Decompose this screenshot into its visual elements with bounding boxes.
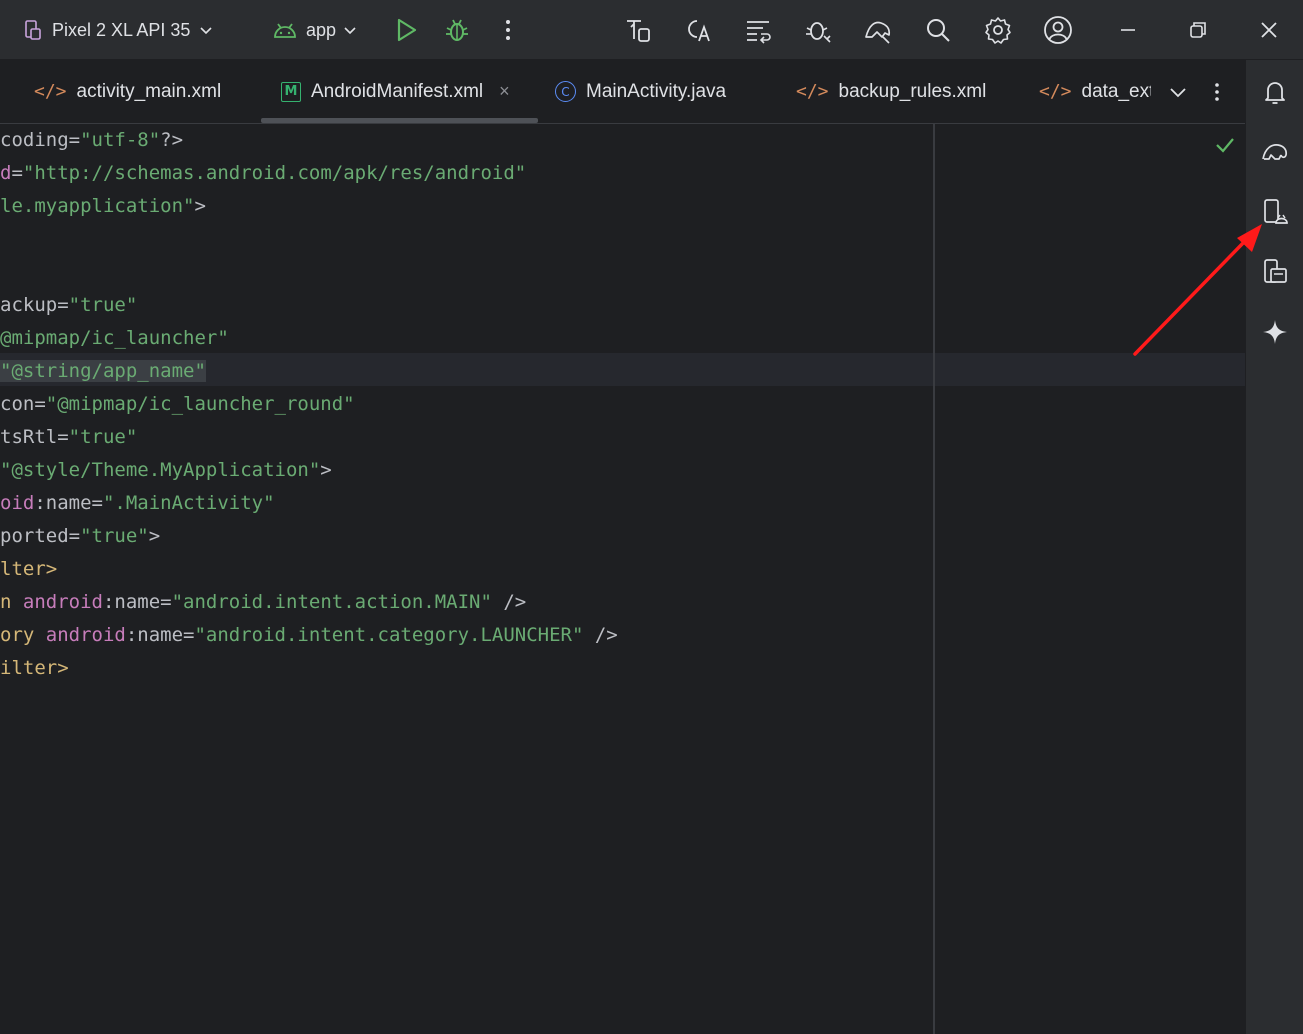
minimize-window-button[interactable] bbox=[1113, 15, 1143, 45]
code-line: ported="true"> bbox=[0, 525, 161, 547]
profiler-button[interactable] bbox=[863, 15, 893, 45]
account-button[interactable] bbox=[1043, 15, 1073, 45]
code-line: ackup="true" bbox=[0, 294, 138, 316]
code-line: d="http://schemas.android.com/apk/res/an… bbox=[0, 162, 527, 184]
search-button[interactable] bbox=[923, 15, 953, 45]
tab-main-activity-java[interactable]: C MainActivity.java bbox=[555, 60, 726, 123]
tab-list-dropdown[interactable] bbox=[1163, 77, 1193, 107]
class-icon: C bbox=[555, 81, 576, 102]
notifications-icon bbox=[1265, 82, 1285, 104]
code-line: le.myapplication"> bbox=[0, 195, 206, 217]
bug-scan-icon bbox=[806, 22, 831, 43]
device-manager-button[interactable] bbox=[1260, 197, 1290, 227]
code-editor[interactable]: coding="utf-8"?> d="http://schemas.andro… bbox=[0, 124, 1245, 1034]
more-icon bbox=[1215, 83, 1219, 101]
tab-label: data_ext bbox=[1081, 80, 1151, 102]
right-margin-guide bbox=[933, 124, 935, 1034]
code-line: lter> bbox=[0, 558, 58, 580]
editor-tab-bar: </> activity_main.xml M AndroidManifest.… bbox=[0, 60, 1245, 124]
notifications-button[interactable] bbox=[1260, 77, 1290, 107]
main-toolbar: Pixel 2 XL API 35 app bbox=[0, 0, 1303, 60]
tab-more-button[interactable] bbox=[1202, 77, 1232, 107]
right-tool-window-bar bbox=[1245, 60, 1303, 1034]
close-icon bbox=[1261, 22, 1277, 38]
code-line: ilter> bbox=[0, 657, 69, 679]
device-manager-icon bbox=[1264, 199, 1288, 224]
device-label: Pixel 2 XL API 35 bbox=[52, 19, 191, 40]
close-window-button[interactable] bbox=[1254, 15, 1284, 45]
run-config-label: app bbox=[306, 19, 337, 40]
tab-label: MainActivity.java bbox=[586, 80, 727, 102]
run-icon bbox=[397, 18, 417, 42]
tab-label: AndroidManifest.xml bbox=[311, 80, 484, 102]
settings-button[interactable] bbox=[983, 15, 1013, 45]
gemini-icon bbox=[1263, 320, 1287, 344]
code-line: "@style/Theme.MyApplication"> bbox=[0, 459, 332, 481]
profiler-icon bbox=[865, 21, 891, 44]
gradle-icon bbox=[1262, 144, 1288, 160]
restore-icon bbox=[1190, 22, 1206, 38]
attach-debugger-button[interactable] bbox=[803, 15, 833, 45]
run-button[interactable] bbox=[391, 15, 421, 45]
account-icon bbox=[1044, 16, 1072, 44]
xml-icon: </> bbox=[796, 81, 829, 102]
format-button[interactable] bbox=[743, 15, 773, 45]
search-icon bbox=[927, 19, 950, 42]
debug-button[interactable] bbox=[442, 15, 472, 45]
translate-button[interactable] bbox=[683, 15, 713, 45]
restore-window-button[interactable] bbox=[1183, 15, 1213, 45]
code-line: n android:name="android.intent.action.MA… bbox=[0, 591, 527, 613]
xml-icon: </> bbox=[34, 81, 67, 102]
chevron-down-icon bbox=[200, 27, 212, 35]
more-actions-button[interactable] bbox=[493, 15, 523, 45]
code-line: oid:name=".MainActivity" bbox=[0, 492, 275, 514]
tab-label: activity_main.xml bbox=[76, 80, 222, 102]
running-devices-button[interactable] bbox=[1260, 257, 1290, 287]
tab-label: backup_rules.xml bbox=[838, 80, 987, 102]
tab-data-extraction-rules-xml[interactable]: </> data_ext bbox=[1039, 60, 1151, 123]
chevron-down-icon bbox=[1170, 88, 1186, 98]
run-config-selector[interactable]: app bbox=[272, 0, 358, 60]
code-line: "@string/app_name" bbox=[0, 360, 206, 382]
manifest-icon: M bbox=[281, 81, 301, 102]
code-line: coding="utf-8"?> bbox=[0, 129, 184, 151]
sync-project-button[interactable] bbox=[623, 15, 653, 45]
format-icon bbox=[747, 21, 771, 44]
tab-close-button[interactable]: × bbox=[499, 81, 510, 102]
running-devices-icon bbox=[1264, 259, 1287, 283]
device-selector[interactable]: Pixel 2 XL API 35 bbox=[22, 0, 214, 60]
gemini-button[interactable] bbox=[1260, 317, 1290, 347]
gradle-button[interactable] bbox=[1260, 137, 1290, 167]
translate-icon bbox=[688, 20, 710, 42]
code-line: tsRtl="true" bbox=[0, 426, 138, 448]
tab-backup-rules-xml[interactable]: </> backup_rules.xml bbox=[796, 60, 986, 123]
minimize-icon bbox=[1121, 29, 1135, 31]
sync-icon bbox=[627, 20, 650, 42]
android-icon bbox=[274, 23, 296, 38]
code-line: @mipmap/ic_launcher" bbox=[0, 327, 229, 349]
no-problems-check-icon bbox=[1216, 138, 1234, 153]
code-line: con="@mipmap/ic_launcher_round" bbox=[0, 393, 355, 415]
device-icon bbox=[25, 20, 41, 40]
xml-icon: </> bbox=[1039, 81, 1072, 102]
tab-activity-main-xml[interactable]: </> activity_main.xml bbox=[34, 60, 221, 123]
code-line: ory android:name="android.intent.categor… bbox=[0, 624, 618, 646]
chevron-down-icon bbox=[344, 27, 356, 35]
more-icon bbox=[506, 20, 510, 40]
settings-icon bbox=[985, 17, 1011, 44]
tab-android-manifest-xml[interactable]: M AndroidManifest.xml × bbox=[261, 60, 538, 123]
debug-icon bbox=[446, 19, 468, 41]
